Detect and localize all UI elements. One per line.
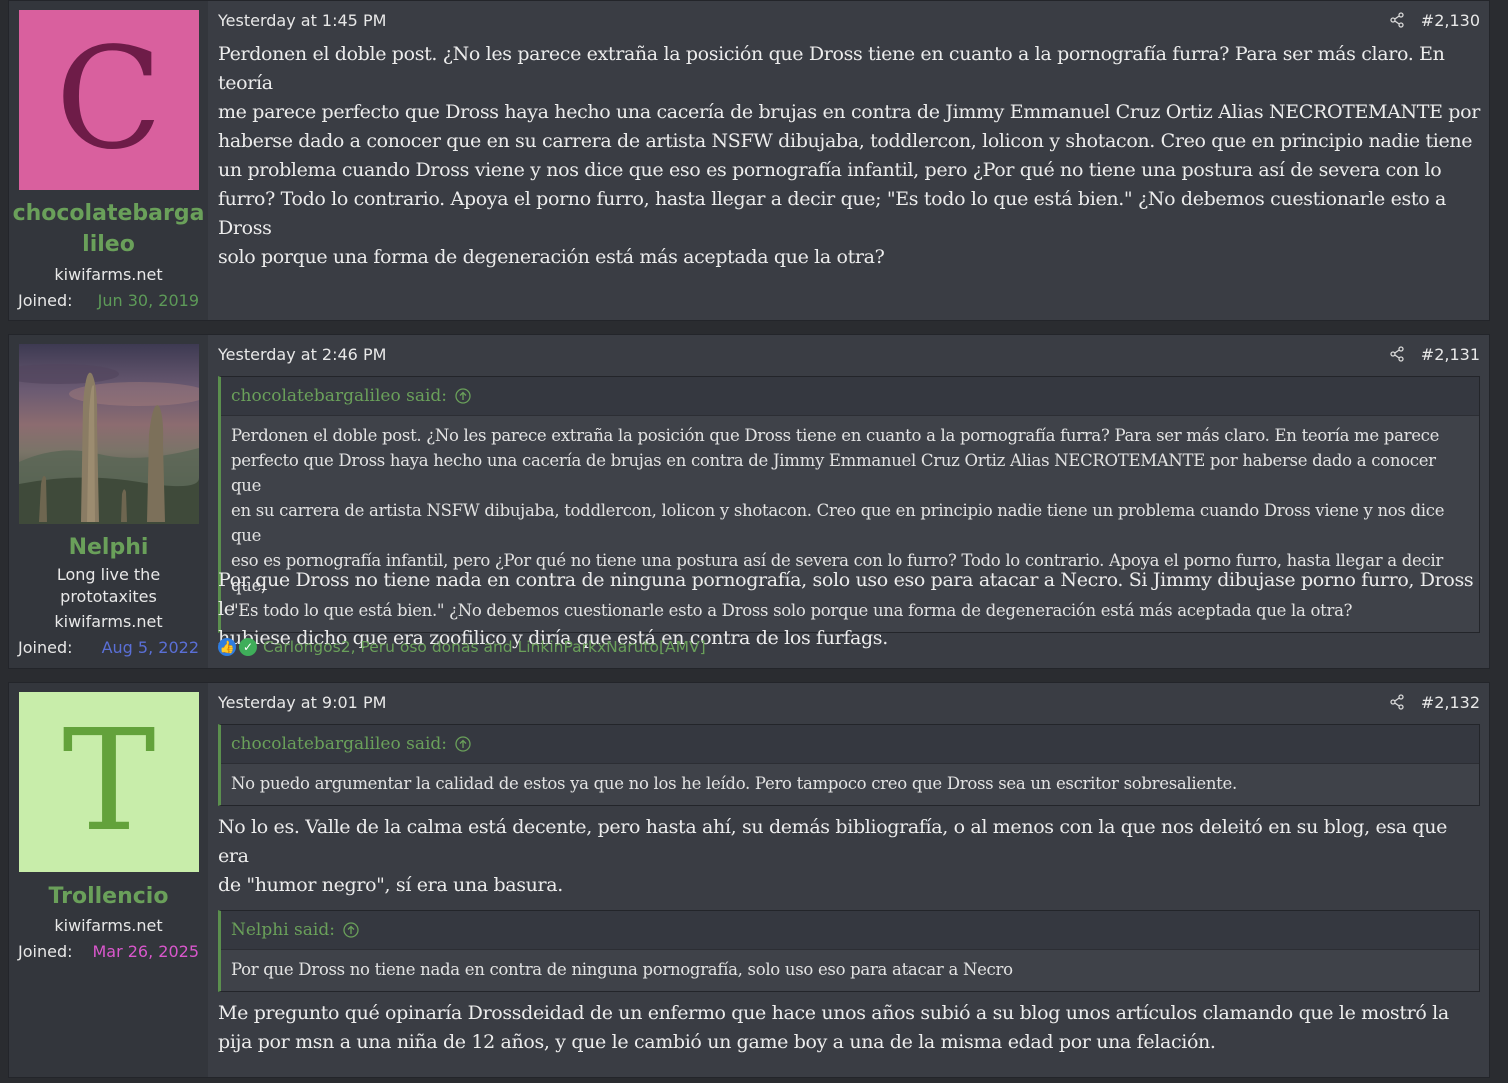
avatar[interactable]: T — [19, 692, 199, 872]
arrow-up-circle-icon[interactable] — [455, 736, 471, 752]
post-header: Yesterday at 2:46 PM #2,131 — [218, 343, 1480, 365]
post-2132: T Trollencio kiwifarms.net Joined: Mar 2… — [8, 682, 1490, 1078]
avatar[interactable]: C — [19, 10, 199, 190]
quote-author[interactable]: Nelphi said: — [231, 920, 335, 940]
arrow-up-circle-icon[interactable] — [343, 922, 359, 938]
share-icon[interactable] — [1389, 346, 1405, 362]
post-actions: #2,132 — [1389, 693, 1480, 712]
post-content: Yesterday at 9:01 PM #2,132 chocolatebar… — [208, 683, 1489, 1077]
share-icon[interactable] — [1389, 694, 1405, 710]
joined-label: Joined: — [18, 942, 73, 961]
prototaxites-image — [19, 364, 199, 524]
post-actions: #2,130 — [1389, 11, 1480, 30]
quote-header[interactable]: Nelphi said: — [221, 911, 1479, 950]
joined-row: Joined: Jun 30, 2019 — [18, 290, 199, 312]
arrow-up-circle-icon[interactable] — [455, 388, 471, 404]
username[interactable]: Trollencio — [9, 881, 208, 912]
user-site: kiwifarms.net — [54, 612, 163, 631]
post-content: Yesterday at 2:46 PM #2,131 chocolatebar… — [208, 335, 1489, 668]
quote-text: Por que Dross no tiene nada en contra de… — [231, 960, 1013, 979]
quote-header[interactable]: chocolatebargalileo said: — [221, 725, 1479, 764]
post-number[interactable]: #2,132 — [1421, 693, 1480, 712]
post-content: Yesterday at 1:45 PM #2,130 Perdonen el … — [208, 1, 1489, 320]
username[interactable]: chocolatebarga lileo — [9, 198, 208, 260]
joined-row: Joined: Mar 26, 2025 — [18, 941, 199, 963]
user-site: kiwifarms.net — [54, 265, 163, 284]
joined-date: Aug 5, 2022 — [101, 638, 199, 657]
post-timestamp[interactable]: Yesterday at 2:46 PM — [218, 345, 386, 364]
username[interactable]: Nelphi — [9, 532, 208, 563]
user-site: kiwifarms.net — [54, 916, 163, 935]
user-info: C chocolatebarga lileo kiwifarms.net Joi… — [9, 1, 208, 320]
post-actions: #2,131 — [1389, 345, 1480, 364]
joined-label: Joined: — [18, 291, 73, 310]
post-timestamp[interactable]: Yesterday at 9:01 PM — [218, 693, 386, 712]
post-2131: Nelphi Long live the prototaxites kiwifa… — [8, 334, 1490, 669]
user-title: Long live the prototaxites — [56, 565, 161, 606]
like-icon: 👍 — [218, 638, 236, 656]
quote-author[interactable]: chocolatebargalileo said: — [231, 734, 447, 754]
quote-text: No puedo argumentar la calidad de estos … — [231, 774, 1237, 793]
quote-author[interactable]: chocolatebargalileo said: — [231, 386, 447, 406]
joined-date: Jun 30, 2019 — [97, 291, 199, 310]
quote-block: Nelphi said: Por que Dross no tiene nada… — [218, 910, 1480, 992]
post-timestamp[interactable]: Yesterday at 1:45 PM — [218, 11, 386, 30]
reactions-bar[interactable]: 👍 ✓ Carlongos2, Peru oso donas and Linki… — [218, 638, 706, 656]
post-body: No lo es. Valle de la calma está decente… — [218, 816, 1448, 896]
user-info: Nelphi Long live the prototaxites kiwifa… — [9, 335, 208, 668]
joined-row: Joined: Aug 5, 2022 — [18, 637, 199, 659]
joined-label: Joined: — [18, 638, 73, 657]
post-header: Yesterday at 9:01 PM #2,132 — [218, 691, 1480, 713]
reactions-list[interactable]: Carlongos2, Peru oso donas and LinkinPar… — [263, 638, 706, 656]
post-2130: C chocolatebarga lileo kiwifarms.net Joi… — [8, 0, 1490, 321]
joined-date: Mar 26, 2025 — [92, 942, 199, 961]
user-info: T Trollencio kiwifarms.net Joined: Mar 2… — [9, 683, 208, 1077]
share-icon[interactable] — [1389, 12, 1405, 28]
post-header: Yesterday at 1:45 PM #2,130 — [218, 9, 1480, 31]
checkmark-icon: ✓ — [239, 638, 257, 656]
post-number[interactable]: #2,131 — [1421, 345, 1480, 364]
avatar[interactable] — [19, 344, 199, 524]
post-body: Me pregunto qué opinaría Drossdeidad de … — [218, 1002, 1449, 1053]
quote-block: chocolatebargalileo said: No puedo argum… — [218, 724, 1480, 806]
quote-header[interactable]: chocolatebargalileo said: — [221, 377, 1479, 416]
post-body: Perdonen el doble post. ¿No les parece e… — [218, 43, 1480, 268]
post-number[interactable]: #2,130 — [1421, 11, 1480, 30]
